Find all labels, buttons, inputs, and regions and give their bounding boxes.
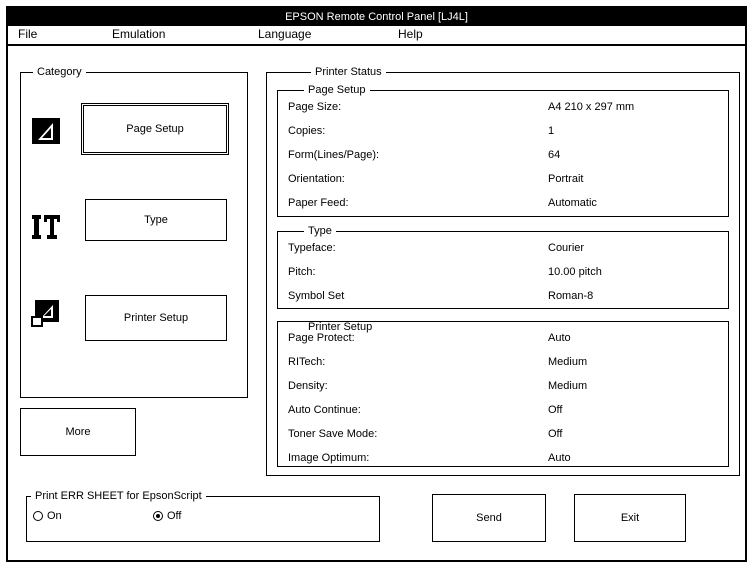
status-key: Image Optimum: bbox=[288, 452, 370, 464]
type-button[interactable]: Type bbox=[85, 199, 227, 241]
typeface-icon bbox=[32, 215, 60, 239]
status-value: Auto bbox=[548, 332, 571, 344]
status-value: Off bbox=[548, 428, 563, 440]
window-title: EPSON Remote Control Panel [LJ4L] bbox=[8, 8, 745, 26]
status-key: Page Size: bbox=[288, 101, 342, 113]
status-row: Form(Lines/Page): 64 bbox=[278, 145, 728, 165]
status-row: Typeface: Courier bbox=[278, 238, 728, 258]
remote-control-panel-window: EPSON Remote Control Panel [LJ4L] File E… bbox=[6, 6, 747, 562]
status-value: Auto bbox=[548, 452, 571, 464]
status-value: Courier bbox=[548, 242, 585, 254]
menu-emulation[interactable]: Emulation bbox=[112, 26, 165, 43]
menu-file[interactable]: File bbox=[18, 26, 37, 43]
more-button[interactable]: More bbox=[20, 408, 136, 456]
status-key: Symbol Set bbox=[288, 290, 345, 302]
printer-status-group: Printer Status Page Setup Page Size: A4 2… bbox=[266, 65, 740, 476]
exit-button[interactable]: Exit bbox=[574, 494, 686, 542]
page-setup-button[interactable]: Page Setup bbox=[81, 103, 229, 155]
err-sheet-on-label[interactable]: On bbox=[47, 510, 62, 522]
status-row: Copies: 1 bbox=[278, 121, 728, 141]
status-key: Page Protect: bbox=[288, 332, 355, 344]
status-value: Automatic bbox=[548, 197, 597, 209]
status-key: Typeface: bbox=[288, 242, 336, 254]
page-setup-icon bbox=[32, 118, 60, 144]
status-row: Auto Continue: Off bbox=[278, 400, 728, 420]
status-type-section: Type Typeface: Courier Pitch: 10.00 pitch … bbox=[277, 224, 729, 309]
status-key: Copies: bbox=[288, 125, 326, 137]
menu-help[interactable]: Help bbox=[398, 26, 423, 43]
status-value: 10.00 pitch bbox=[548, 266, 602, 278]
status-row: Density: Medium bbox=[278, 376, 728, 396]
status-row: Orientation: Portrait bbox=[278, 169, 728, 189]
status-value: Portrait bbox=[548, 173, 584, 185]
category-group: Category Page Setup Type Printer Setup bbox=[20, 65, 248, 398]
status-value: A4 210 x 297 mm bbox=[548, 101, 635, 113]
status-key: Toner Save Mode: bbox=[288, 428, 378, 440]
status-row: Paper Feed: Automatic bbox=[278, 193, 728, 213]
status-key: Form(Lines/Page): bbox=[288, 149, 380, 161]
status-row: RITech: Medium bbox=[278, 352, 728, 372]
err-sheet-group: Print ERR SHEET for EpsonScript On Off bbox=[26, 489, 380, 542]
status-page-setup-section: Page Setup Page Size: A4 210 x 297 mm Cop… bbox=[277, 83, 729, 217]
status-row: Toner Save Mode: Off bbox=[278, 424, 728, 444]
status-printer-setup-section: Printer Setup Page Protect: Auto RITech: M… bbox=[277, 321, 729, 467]
status-value: 1 bbox=[548, 125, 555, 137]
status-value: Medium bbox=[548, 356, 588, 368]
status-value: Roman-8 bbox=[548, 290, 594, 302]
printer-setup-icon bbox=[31, 300, 59, 327]
menu-bar: File Emulation Language Help bbox=[8, 26, 745, 46]
err-sheet-off-label[interactable]: Off bbox=[167, 510, 181, 522]
err-sheet-off-radio[interactable] bbox=[153, 511, 163, 521]
status-key: Orientation: bbox=[288, 173, 345, 185]
status-value: 64 bbox=[548, 149, 561, 161]
status-key: RITech: bbox=[288, 356, 326, 368]
category-title: Category bbox=[33, 65, 86, 79]
err-sheet-on-radio[interactable] bbox=[33, 511, 43, 521]
status-type-title: Type bbox=[304, 224, 336, 238]
status-row: Symbol Set Roman-8 bbox=[278, 286, 728, 306]
status-value: Off bbox=[548, 404, 563, 416]
printer-setup-button[interactable]: Printer Setup bbox=[85, 295, 227, 341]
menu-language[interactable]: Language bbox=[258, 26, 311, 43]
send-button[interactable]: Send bbox=[432, 494, 546, 542]
status-key: Paper Feed: bbox=[288, 197, 349, 209]
status-page-setup-title: Page Setup bbox=[304, 83, 370, 97]
status-row: Page Size: A4 210 x 297 mm bbox=[278, 97, 728, 117]
err-sheet-title: Print ERR SHEET for EpsonScript bbox=[31, 489, 206, 503]
status-key: Density: bbox=[288, 380, 328, 392]
status-row: Pitch: 10.00 pitch bbox=[278, 262, 728, 282]
status-key: Pitch: bbox=[288, 266, 316, 278]
status-key: Auto Continue: bbox=[288, 404, 361, 416]
status-row: Page Protect: Auto bbox=[278, 328, 728, 348]
printer-status-title: Printer Status bbox=[311, 65, 386, 79]
status-row: Image Optimum: Auto bbox=[278, 448, 728, 466]
status-value: Medium bbox=[548, 380, 588, 392]
